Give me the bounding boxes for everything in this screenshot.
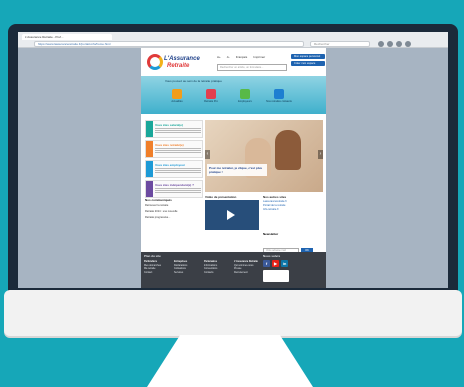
news-item[interactable]: Retraite progressive... [145, 216, 201, 220]
profile-box-title: Vous êtes retraité(e) [155, 143, 184, 147]
category-label: Nos retraités cotisants [266, 100, 292, 103]
monitor-chin [4, 290, 462, 336]
profile-box-title: Vous êtes indépendant(e) ? [155, 183, 194, 187]
footer-column-heading: L'Assurance Retraite [234, 260, 258, 263]
web-page: L'Assurance Retraite A+ A- Français Impr… [141, 48, 326, 288]
hero-caption: Pour me retraiter, je clique, c'est plus… [207, 164, 267, 176]
footer-column: L'Assurance Retraite Qui sommes-nous Press… [234, 260, 260, 274]
news-title: Nos communiqués [145, 198, 172, 202]
profile-box-text [155, 188, 201, 189]
site-footer: Plan du site Particuliers Mes démarches Ma… [141, 252, 326, 288]
footer-link[interactable]: Contacts [204, 271, 230, 275]
language-link[interactable]: Français [236, 55, 248, 59]
category-item[interactable]: Nos retraités cotisants [265, 86, 293, 110]
font-decrease-link[interactable]: A- [227, 55, 230, 59]
monitor-stand [147, 335, 313, 387]
social-icons: f ▶ in [263, 260, 288, 267]
news-item[interactable]: Retraite 2014 : une nouvelle [145, 210, 201, 214]
footer-column: Particuliers Mes démarches Ma retraite Cont… [144, 260, 170, 274]
profile-color-bar [146, 181, 153, 197]
category-label: Retraite Pro [204, 100, 218, 103]
profile-color-bar [146, 121, 153, 137]
browser-toolbar: L'Assurance Retraite - Pref... https://w… [18, 32, 448, 48]
blue-banner: Vous pouvez au sein de la retraite prati… [141, 76, 326, 114]
category-label: Actualités [171, 100, 183, 103]
category-list: Actualités Retraite Pro Employeurs Nos retr… [163, 86, 293, 110]
site-logo[interactable]: L'Assurance Retraite [147, 52, 200, 72]
social-icon[interactable]: ▶ [272, 260, 279, 267]
footer-column: Partenaires Informations Conventions Contac… [204, 260, 230, 274]
footer-column: Entreprises Déclarations Cotisations Servic… [174, 260, 200, 274]
category-icon [274, 89, 284, 99]
category-item[interactable]: Employeurs [231, 86, 259, 110]
carousel-prev-button[interactable]: ‹ [205, 150, 210, 159]
print-link[interactable]: Imprimer [253, 55, 265, 59]
personal-space-button[interactable]: Mon espace personnel [291, 54, 325, 59]
category-item[interactable]: Actualités [163, 86, 191, 110]
category-icon [206, 89, 216, 99]
banner-title: Vous pouvez au sein de la retraite prati… [165, 79, 222, 83]
play-icon[interactable] [227, 210, 235, 220]
other-sites-title: Nos autres sites [263, 195, 287, 199]
category-icon [240, 89, 250, 99]
footer-link[interactable]: Services [174, 271, 200, 275]
logo-text-line2: Retraite [167, 63, 190, 69]
browser-search-input[interactable]: Rechercher [310, 41, 370, 47]
social-icon[interactable]: f [263, 260, 270, 267]
footer-title: Plan du site [144, 254, 161, 258]
follow-title: Nous suivre [263, 254, 281, 258]
download-icon[interactable] [387, 41, 393, 47]
logo-text-line1: L'Assurance [164, 56, 200, 62]
profile-box-text [155, 128, 201, 129]
logo-ring-icon [147, 54, 163, 70]
browser-toolbar-icons [378, 41, 442, 47]
hero-person-right [275, 130, 301, 170]
monitor-screen: L'Assurance Retraite - Pref... https://w… [18, 32, 448, 288]
profile-box[interactable]: Vous êtes employeur [145, 160, 203, 178]
create-account-button[interactable]: Créer mon espace [291, 61, 325, 66]
profile-boxes: Vous êtes salarié(e) Vous êtes retraité(e… [145, 120, 203, 200]
profile-box-title: Vous êtes employeur [155, 163, 185, 167]
newsletter-title: Newsletter [263, 232, 279, 236]
profile-color-bar [146, 141, 153, 157]
menu-icon[interactable] [405, 41, 411, 47]
category-icon [172, 89, 182, 99]
header-links: A+ A- Français Imprimer [217, 55, 265, 59]
profile-box[interactable]: Vous êtes salarié(e) [145, 120, 203, 138]
font-increase-link[interactable]: A+ [217, 55, 221, 59]
hero-carousel[interactable]: ‹ › Pour me retraiter, je clique, c'est … [205, 120, 323, 192]
site-search-input[interactable]: Rechercher un article, un formulaire... [217, 64, 287, 71]
carousel-next-button[interactable]: › [318, 150, 323, 159]
profile-box[interactable]: Vous êtes retraité(e) [145, 140, 203, 158]
footer-link[interactable]: Recrutement [234, 271, 260, 275]
home-icon[interactable] [396, 41, 402, 47]
address-bar[interactable]: https://www.lassuranceretraite.fr/portai… [34, 41, 304, 47]
video-title: Vidéo de présentation [205, 195, 237, 199]
profile-box-text [155, 168, 201, 169]
news-item[interactable]: Retrouvez la retraite [145, 204, 201, 208]
video-player[interactable] [205, 200, 259, 230]
profile-box[interactable]: Vous êtes indépendant(e) ? [145, 180, 203, 198]
category-label: Employeurs [238, 100, 252, 103]
footer-columns: Particuliers Mes démarches Ma retraite Cont… [144, 260, 260, 274]
category-item[interactable]: Retraite Pro [197, 86, 225, 110]
footer-link[interactable]: Contact [144, 271, 170, 275]
browser-tab[interactable]: L'Assurance Retraite - Pref... [22, 34, 112, 40]
profile-box-text [155, 148, 201, 149]
other-sites-list: Lassuranceretraite.fr Portail de la retr… [263, 200, 287, 212]
bookmark-icon[interactable] [378, 41, 384, 47]
header-buttons: Mon espace personnel Créer mon espace [291, 54, 325, 68]
social-icon[interactable]: in [281, 260, 288, 267]
profile-color-bar [146, 161, 153, 177]
other-site-link[interactable]: Info-retraite.fr [263, 208, 287, 212]
profile-box-title: Vous êtes salarié(e) [155, 123, 183, 127]
app-promo-image[interactable] [263, 270, 289, 282]
